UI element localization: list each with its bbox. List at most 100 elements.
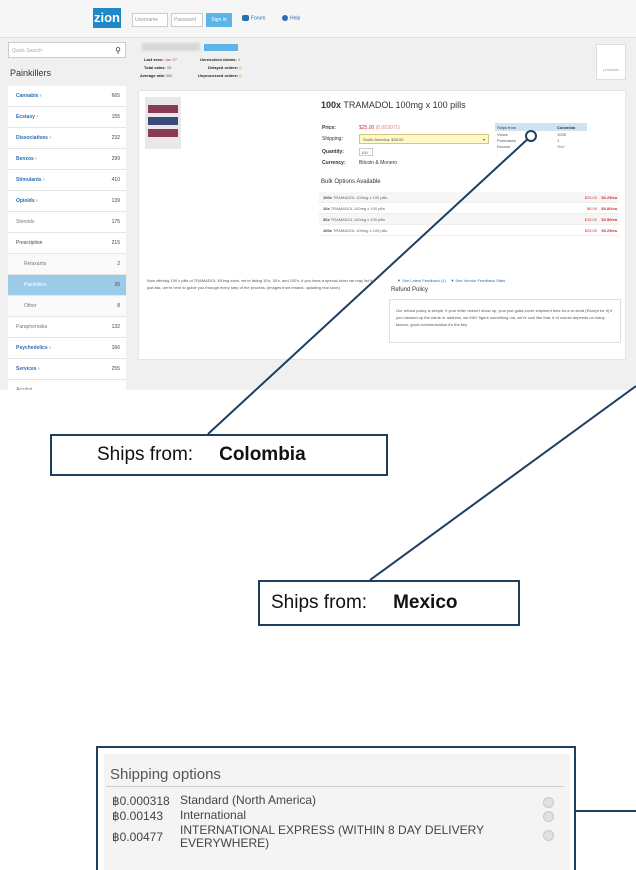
sidebar-item-label: Other (24, 303, 37, 309)
seller-badge (204, 44, 238, 51)
last-seen-stat: Last seen: Jan 27 (144, 57, 177, 62)
bulk-option-row[interactable]: 30x TRAMADOL 100mg x 100 pills $15.00 $0.5… (319, 214, 619, 225)
mexico-callout-value: Mexico (393, 592, 458, 613)
latest-feedback-link[interactable]: ▼ See Latest Feedback (1) (397, 278, 446, 283)
sidebar-item-label: Ecstasy (16, 114, 35, 120)
feedback-links: ▼ See Latest Feedback (1) ▼ See Vendor F… (397, 278, 505, 283)
sidebar-item[interactable]: Painkillers 26 (8, 275, 126, 296)
sidebar-item[interactable]: Psychedelics › 166 (8, 338, 126, 359)
ships-from-value: Colombia (557, 125, 576, 130)
sidebar-item-label: Cannabis (16, 93, 39, 99)
site-logo: zion (93, 8, 121, 28)
category-sidebar: Quick Search ⚲ Painkillers Cannabis › 665… (8, 38, 126, 390)
chevron-right-icon: › (47, 135, 52, 141)
currency-label: Currency: (322, 160, 346, 166)
sidebar-item-label: Alcohol (16, 387, 33, 390)
chevron-right-icon: › (41, 177, 45, 183)
sidebar-item[interactable]: Services › 255 (8, 359, 126, 380)
help-link[interactable]: Help (282, 15, 300, 21)
category-list: Cannabis › 665 Ecstasy › 155 Dissociatives ›… (8, 86, 126, 390)
sidebar-item-count: 299 (111, 156, 120, 162)
chevron-right-icon: › (33, 156, 37, 162)
unresolved-claims-stat: Unresolved claims: 0 (200, 57, 241, 62)
sidebar-item[interactable]: Relaxants 2 (8, 254, 126, 275)
product-title: 100x TRAMADOL 100mg x 100 pills (321, 100, 466, 110)
sidebar-item[interactable]: Stimulants › 410 (8, 170, 126, 191)
quick-search-input[interactable]: Quick Search ⚲ (8, 42, 126, 58)
sidebar-item-count: 8 (117, 303, 120, 309)
sidebar-item-label: Paraphernalia (16, 324, 48, 330)
chevron-right-icon: › (38, 93, 42, 99)
bulk-qty: 10x (323, 206, 330, 211)
help-label: Help (290, 15, 301, 22)
refund-policy-title: Refund Policy (391, 287, 429, 293)
bulk-price: $8.00 (586, 206, 597, 211)
sidebar-item-count: 139 (111, 198, 120, 204)
bulk-options-title: Bulk Options Available (321, 179, 381, 185)
sidebar-item[interactable]: Alcohol (8, 380, 126, 390)
bulk-unit-price: $0.25/ea (601, 228, 617, 233)
shipping-option-radio[interactable] (543, 811, 554, 822)
bulk-option-row[interactable]: 10x TRAMADOL 100mg x 100 pills $8.00 $0.80… (319, 203, 619, 214)
sidebar-item-count: 166 (111, 345, 120, 351)
sidebar-item[interactable]: Opioids › 139 (8, 191, 126, 212)
price-label: Price: (322, 125, 336, 131)
bulk-price: $25.00 (584, 195, 597, 200)
sidebar-item-count: 132 (111, 324, 120, 330)
bulk-unit-price: $0.25/ea (601, 195, 617, 200)
quantity-label: Quantity: (322, 149, 344, 155)
sidebar-item[interactable]: Benzos › 299 (8, 149, 126, 170)
products-button[interactable]: products (596, 44, 626, 80)
signin-button[interactable]: Sign in (206, 13, 232, 27)
sidebar-item-label: Prescription (16, 240, 43, 246)
bulk-unit-price: $0.50/ea (601, 217, 617, 222)
colombia-callout-label: Ships from: (97, 444, 194, 465)
shipping-options-title: Shipping options (110, 766, 221, 783)
sidebar-item-label: Opioids (16, 198, 35, 204)
sidebar-item[interactable]: Steroids 175 (8, 212, 126, 233)
product-description: Now offering 100 x pills of TRAMADOL 100… (147, 278, 374, 290)
shipping-options-divider (106, 786, 564, 787)
sidebar-item-count: 26 (114, 282, 120, 288)
mexico-callout: Ships from: Mexico (258, 580, 520, 626)
shipping-option-radio[interactable] (543, 830, 554, 841)
colombia-callout: Ships from: Colombia (50, 434, 388, 476)
sidebar-item-label: Steroids (16, 219, 35, 225)
sidebar-item[interactable]: Dissociatives › 232 (8, 128, 126, 149)
shipping-select[interactable]: South America: $28.00 ▾ (359, 134, 489, 144)
sidebar-item-count: 255 (111, 366, 120, 372)
bulk-option-row[interactable]: 100x TRAMADOL 100mg x 100 pills $25.00 $0.… (319, 225, 619, 236)
sidebar-item-count: 665 (111, 93, 120, 99)
shipping-option-radio[interactable] (543, 797, 554, 808)
product-listing: 100x TRAMADOL 100mg x 100 pills Price: $… (138, 90, 626, 360)
bulk-name: TRAMADOL 100mg x 100 pills (332, 228, 388, 233)
bulk-name: TRAMADOL 100mg x 100 pills (332, 195, 388, 200)
vendor-feedback-link[interactable]: ▼ See Vendor Feedback Stats (450, 278, 505, 283)
username-input[interactable]: Username (132, 13, 168, 27)
seller-name-blurred (142, 43, 200, 51)
sidebar-item[interactable]: Other 8 (8, 296, 126, 317)
sidebar-item[interactable]: Prescription 215 (8, 233, 126, 254)
sidebar-item[interactable]: Ecstasy › 155 (8, 107, 126, 128)
forum-link[interactable]: Forum (242, 15, 265, 21)
quantity-input[interactable]: 100 (359, 148, 373, 156)
sidebar-item-count: 410 (111, 177, 120, 183)
chevron-right-icon: › (34, 198, 38, 204)
sidebar-item-label: Relaxants (24, 261, 47, 267)
escrow-row: Escrow Yes! (497, 144, 565, 149)
sidebar-item[interactable]: Cannabis › 665 (8, 86, 126, 107)
forum-icon (242, 15, 249, 21)
bulk-price: $25.00 (584, 228, 597, 233)
bulk-name: TRAMADOL 100mg x 100 pills (330, 206, 386, 211)
sidebar-item-count: 175 (111, 219, 120, 225)
search-icon[interactable]: ⚲ (115, 46, 121, 55)
refund-policy-text: Our refund policy is simple, if your let… (389, 299, 621, 343)
market-screenshot: zion Username Password Sign in Forum Hel… (0, 0, 636, 390)
delayed-orders-stat: Delayed orders: 0 (208, 65, 242, 70)
ships-from-table: Ships from Colombia Views 1005 Purchases 1 … (495, 123, 587, 149)
sidebar-item[interactable]: Paraphernalia 132 (8, 317, 126, 338)
password-input[interactable]: Password (171, 13, 203, 27)
average-rate-stat: Average rate: 5/1 (140, 73, 173, 78)
bulk-option-row[interactable]: 100x TRAMADOL 100mg x 100 pills $25.00 $0.… (319, 192, 619, 203)
bulk-unit-price: $0.80/ea (601, 206, 617, 211)
